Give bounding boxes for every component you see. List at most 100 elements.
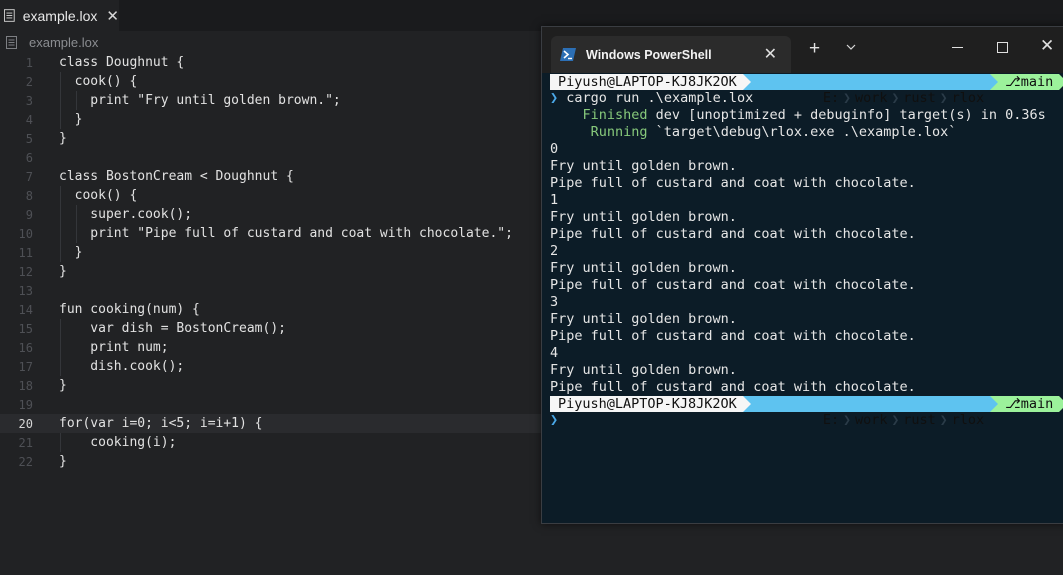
code-line[interactable]: 17 dish.cook(); [0,357,542,376]
indent-guide [76,91,77,110]
code-line[interactable]: 21 cooking(i); [0,433,542,452]
code-line[interactable]: 2 cook() { [0,72,542,91]
code-line[interactable]: 4 } [0,110,542,129]
code-line[interactable]: 6 [0,148,542,167]
code-line[interactable]: 5} [0,129,542,148]
code-line[interactable]: 22} [0,452,542,471]
prompt-symbol: ❯ [550,412,559,428]
prompt-symbol: ❯ [550,90,559,106]
code-area[interactable]: 1 class Doughnut {2 cook() {3 print "Fry … [0,53,542,471]
line-number: 1 [25,55,33,70]
maximize-button[interactable] [997,42,1008,53]
terminal-tab[interactable]: Windows PowerShell ✕ [551,36,791,73]
code-text: cooking(i); [59,435,177,450]
editor-tab-label: example.lox [22,7,98,24]
code-line[interactable]: 14 fun cooking(num) { [0,300,542,319]
editor-tab-example-lox[interactable]: example.lox ✕ [0,0,119,31]
line-number: 14 [18,302,33,317]
output-line: Fry until golden brown. [550,311,737,327]
prompt-git: ⎇main [998,74,1060,90]
line-number: 15 [18,321,33,336]
new-tab-button[interactable]: + [809,38,820,60]
indent-guide [60,433,61,452]
window-close-button[interactable]: ✕ [1040,36,1054,56]
output-line: Pipe full of custard and coat with choco… [550,379,916,395]
git-branch-icon: ⎇ [1005,74,1021,90]
prompt-separator [1059,396,1063,412]
line-number: 17 [18,359,33,374]
line-number: 8 [25,188,33,203]
indent-guide [76,224,77,243]
code-line[interactable]: 12} [0,262,542,281]
code-line[interactable]: 11 } [0,243,542,262]
code-line[interactable]: 3 print "Fry until golden brown."; [0,91,542,110]
code-text: print num; [59,340,169,355]
chevron-right-icon: ❯ [891,413,900,428]
prompt-path-segment: rlox [951,412,985,428]
close-icon[interactable]: ✕ [106,7,119,25]
code-line[interactable]: 9 super.cook(); [0,205,542,224]
code-line[interactable]: 8 cook() { [0,186,542,205]
line-number: 2 [25,74,33,89]
code-text: for(var i=0; i<5; i=i+1) { [59,416,263,431]
prompt-separator [990,74,999,90]
powershell-window[interactable]: Windows PowerShell ✕ + ✕ Piyush@LAPTOP-K… [541,26,1063,524]
indent-guide [60,91,61,110]
close-icon[interactable]: ✕ [764,44,777,64]
code-line[interactable]: 7 class BostonCream < Doughnut { [0,167,542,186]
output-line: Fry until golden brown. [550,260,737,276]
breadcrumb[interactable]: example.lox [0,31,540,53]
prompt-separator [742,74,751,90]
output-line: Fry until golden brown. [550,158,737,174]
code-line[interactable]: 18} [0,376,542,395]
terminal-title-bar[interactable]: Windows PowerShell ✕ + ✕ [542,27,1063,73]
code-text: } [59,131,67,146]
output-line: Pipe full of custard and coat with choco… [550,277,916,293]
indent-guide [60,338,61,357]
terminal-output[interactable]: Piyush@LAPTOP-KJ8JK2OK E: ❯ work ❯ rust ❯ rlox… [550,74,1063,429]
indent-guide [60,205,61,224]
line-number: 9 [25,207,33,222]
output-line: 0 [550,141,559,157]
code-line[interactable]: 19 [0,395,542,414]
file-icon [6,35,17,49]
line-number: 7 [25,169,33,184]
code-text: } [59,378,67,393]
code-text: print "Pipe full of custard and coat wit… [59,226,513,241]
line-number: 22 [18,454,33,469]
indent-guide [60,243,61,262]
code-line[interactable]: 20 for(var i=0; i<5; i=i+1) { [0,414,542,433]
line-number: 20 [18,416,33,431]
terminal-tab-title: Windows PowerShell [586,47,712,62]
file-icon [4,9,15,22]
line-number: 10 [18,226,33,241]
code-text: } [59,112,83,127]
output-line: 3 [550,294,559,310]
code-text: super.cook(); [59,207,193,222]
prompt-drive: E: [822,90,840,106]
code-text: var dish = BostonCream(); [59,321,286,336]
output-line: 4 [550,345,559,361]
line-number: 13 [18,283,33,298]
code-line[interactable]: 16 print num; [0,338,542,357]
minimize-button[interactable] [952,47,963,48]
code-text: class Doughnut { [59,55,185,70]
code-line[interactable]: 15 var dish = BostonCream(); [0,319,542,338]
cargo-finished-text: dev [unoptimized + debuginfo] target(s) … [647,107,1046,123]
chevron-right-icon: ❯ [939,91,948,106]
code-line[interactable]: 1 class Doughnut { [0,53,542,72]
prompt-drive: E: [822,412,840,428]
code-text: } [59,454,67,469]
code-line[interactable]: 10 print "Pipe full of custard and coat … [0,224,542,243]
code-line[interactable]: 13 [0,281,542,300]
chevron-right-icon: ❯ [843,91,851,106]
chevron-down-icon[interactable] [844,40,858,54]
code-text: cook() { [59,188,138,203]
line-number: 18 [18,378,33,393]
output-line: 1 [550,192,559,208]
code-text: cook() { [59,74,138,89]
git-branch-icon: ⎇ [1005,396,1021,412]
output-line: Pipe full of custard and coat with choco… [550,175,916,191]
command-text: cargo run .\example.lox [566,90,754,106]
output-line: Fry until golden brown. [550,362,737,378]
